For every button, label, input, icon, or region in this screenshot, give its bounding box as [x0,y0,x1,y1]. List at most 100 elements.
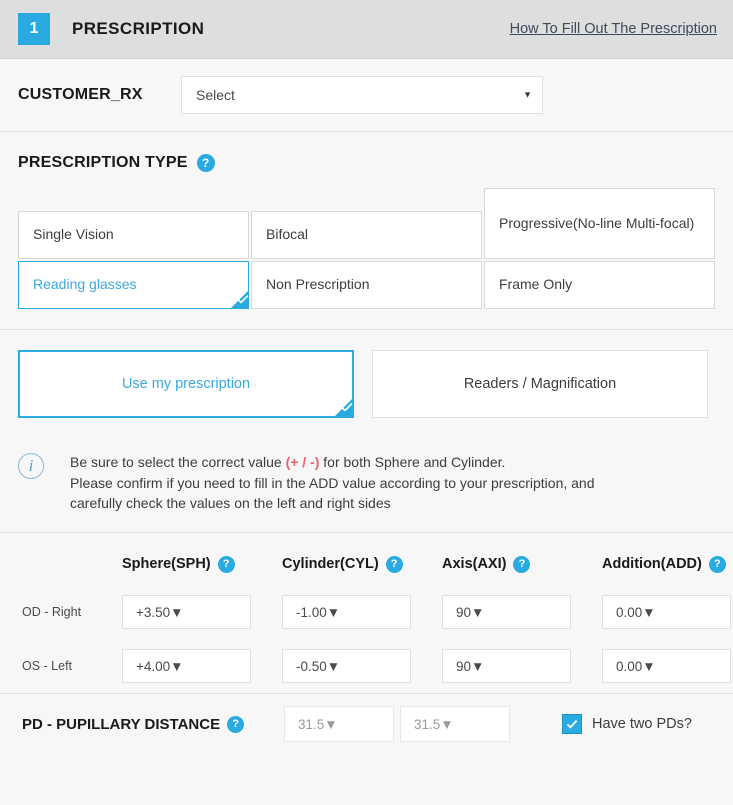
chevron-down-icon: ▼ [170,604,184,620]
notice-line-1a: Be sure to select the correct value [70,454,286,470]
column-header-axis: Axis(AXI) ? [442,555,602,573]
customer-rx-row: CUSTOMER_RX Select ▼ [18,59,715,131]
help-icon[interactable]: ? [708,555,726,573]
column-header-cylinder: Cylinder(CYL) ? [282,555,442,573]
os-addition-select[interactable]: 0.00 ▼ [602,649,731,684]
os-cylinder-value: -0.50 [296,658,327,674]
selected-check-icon [231,291,249,308]
column-header-addition: Addition(ADD) ? [602,555,733,573]
customer-rx-section: CUSTOMER_RX Select ▼ [0,59,733,131]
mode-option-readers-magnification[interactable]: Readers / Magnification [372,350,708,418]
page-title: PRESCRIPTION [72,19,205,38]
od-axis-value: 90 [456,604,472,620]
od-addition-select[interactable]: 0.00 ▼ [602,595,731,630]
od-cylinder-select[interactable]: -1.00 ▼ [282,595,411,630]
prescription-values-table: Sphere(SPH) ? Cylinder(CYL) ? Axis(AXI) … [0,533,733,694]
notice-line-1: Be sure to select the correct value (+ /… [70,452,595,473]
os-cylinder-select[interactable]: -0.50 ▼ [282,649,411,684]
prescription-type-heading: PRESCRIPTION TYPE ? [18,154,715,172]
pd-left-select[interactable]: 31.5 ▼ [400,706,510,743]
checkmark-icon [566,720,578,729]
pd-label-text: PD - PUPILLARY DISTANCE [22,715,221,733]
od-addition-value: 0.00 [616,604,643,620]
prescription-type-option-reading-glasses[interactable]: Reading glasses [18,261,249,309]
os-axis-value: 90 [456,658,472,674]
selected-check-icon [335,399,353,416]
option-label: Non Prescription [266,276,370,293]
od-cylinder-value: -1.00 [296,604,327,620]
table-row: OD - Right +3.50 ▼ -1.00 ▼ 90 ▼ 0.00 ▼ [18,585,731,639]
option-label: Reading glasses [33,276,137,293]
row-label-od-right: OD - Right [22,605,82,620]
help-icon[interactable]: ? [385,555,403,573]
chevron-down-icon: ▼ [326,658,341,674]
step-number-badge: 1 [18,13,50,45]
help-icon[interactable]: ? [217,555,235,573]
prescription-type-section: PRESCRIPTION TYPE ? Single Vision Bifoca… [0,132,733,329]
mode-label: Readers / Magnification [463,376,617,392]
prescription-notice: i Be sure to select the correct value (+… [0,438,733,533]
notice-line-3: carefully check the values on the left a… [70,495,391,512]
notice-text: Be sure to select the correct value (+ /… [70,452,595,514]
chevron-down-icon: ▼ [326,604,341,620]
pupillary-distance-section: PD - PUPILLARY DISTANCE ? 31.5 ▼ 31.5 ▼ … [0,694,733,747]
prescription-type-option-single-vision[interactable]: Single Vision [18,211,249,259]
cell-os-addition: 0.00 ▼ [602,649,733,684]
how-to-fill-out-link[interactable]: How To Fill Out The Prescription [510,21,717,37]
os-addition-value: 0.00 [616,658,643,674]
chevron-down-icon: ▼ [523,89,532,100]
cell-od-axis: 90 ▼ [442,595,602,630]
notice-line-2: Please confirm if you need to fill in th… [70,474,595,491]
customer-rx-label: CUSTOMER_RX [18,86,143,103]
table-header-row: Sphere(SPH) ? Cylinder(CYL) ? Axis(AXI) … [18,543,726,585]
os-sphere-value: +4.00 [136,658,171,674]
prescription-type-option-frame-only[interactable]: Frame Only [484,261,715,309]
have-two-pds-checkbox-wrap[interactable]: Have two PDs? [562,714,692,735]
checkmark-icon [341,402,353,412]
prescription-mode-section: Use my prescription Readers / Magnificat… [0,330,733,438]
table-row: OS - Left +4.00 ▼ -0.50 ▼ 90 ▼ 0.00 ▼ [18,639,731,693]
customer-rx-select-value: Select [196,87,235,103]
row-label-os-left: OS - Left [22,659,73,674]
prescription-type-options: Single Vision Bifocal Progressive(No-lin… [18,188,715,309]
help-icon[interactable]: ? [196,154,215,172]
prescription-type-heading-text: PRESCRIPTION TYPE [18,154,188,171]
notice-sign-emphasis: (+ / -) [285,454,320,470]
os-sphere-select[interactable]: +4.00 ▼ [122,649,251,684]
column-label: Axis(AXI) [442,556,507,573]
help-icon[interactable]: ? [513,555,531,573]
prescription-type-option-non-prescription[interactable]: Non Prescription [251,261,482,309]
os-axis-select[interactable]: 90 ▼ [442,649,571,684]
chevron-down-icon: ▼ [440,716,454,732]
chevron-down-icon: ▼ [471,658,485,674]
option-label: Frame Only [499,276,573,293]
option-label: Progressive(No-line Multi-focal) [499,214,695,231]
customer-rx-select[interactable]: Select ▼ [181,76,543,114]
column-header-sphere: Sphere(SPH) ? [122,555,282,573]
option-label: Bifocal [266,226,309,243]
chevron-down-icon: ▼ [642,658,656,674]
pd-right-value: 31.5 [298,716,325,732]
pd-row: PD - PUPILLARY DISTANCE ? 31.5 ▼ 31.5 ▼ … [18,694,715,746]
step-header: 1 PRESCRIPTION How To Fill Out The Presc… [0,0,733,59]
od-axis-select[interactable]: 90 ▼ [442,595,571,630]
cell-od-cylinder: -1.00 ▼ [282,595,442,630]
prescription-type-option-progressive[interactable]: Progressive(No-line Multi-focal) [484,188,715,259]
cell-os-cylinder: -0.50 ▼ [282,649,442,684]
chevron-down-icon: ▼ [471,604,485,620]
pd-left-value: 31.5 [414,716,441,732]
cell-od-sphere: +3.50 ▼ [122,595,282,630]
mode-option-use-my-prescription[interactable]: Use my prescription [18,350,354,418]
have-two-pds-checkbox[interactable] [562,714,582,735]
cell-os-axis: 90 ▼ [442,649,602,684]
od-sphere-select[interactable]: +3.50 ▼ [122,595,251,630]
cell-os-sphere: +4.00 ▼ [122,649,282,684]
help-icon[interactable]: ? [227,715,245,733]
chevron-down-icon: ▼ [324,716,338,732]
chevron-down-icon: ▼ [642,604,656,620]
pd-right-select[interactable]: 31.5 ▼ [284,706,394,743]
pd-label: PD - PUPILLARY DISTANCE ? [18,715,284,733]
info-icon: i [18,453,44,479]
column-label: Sphere(SPH) [122,556,211,573]
prescription-type-option-bifocal[interactable]: Bifocal [251,211,482,259]
